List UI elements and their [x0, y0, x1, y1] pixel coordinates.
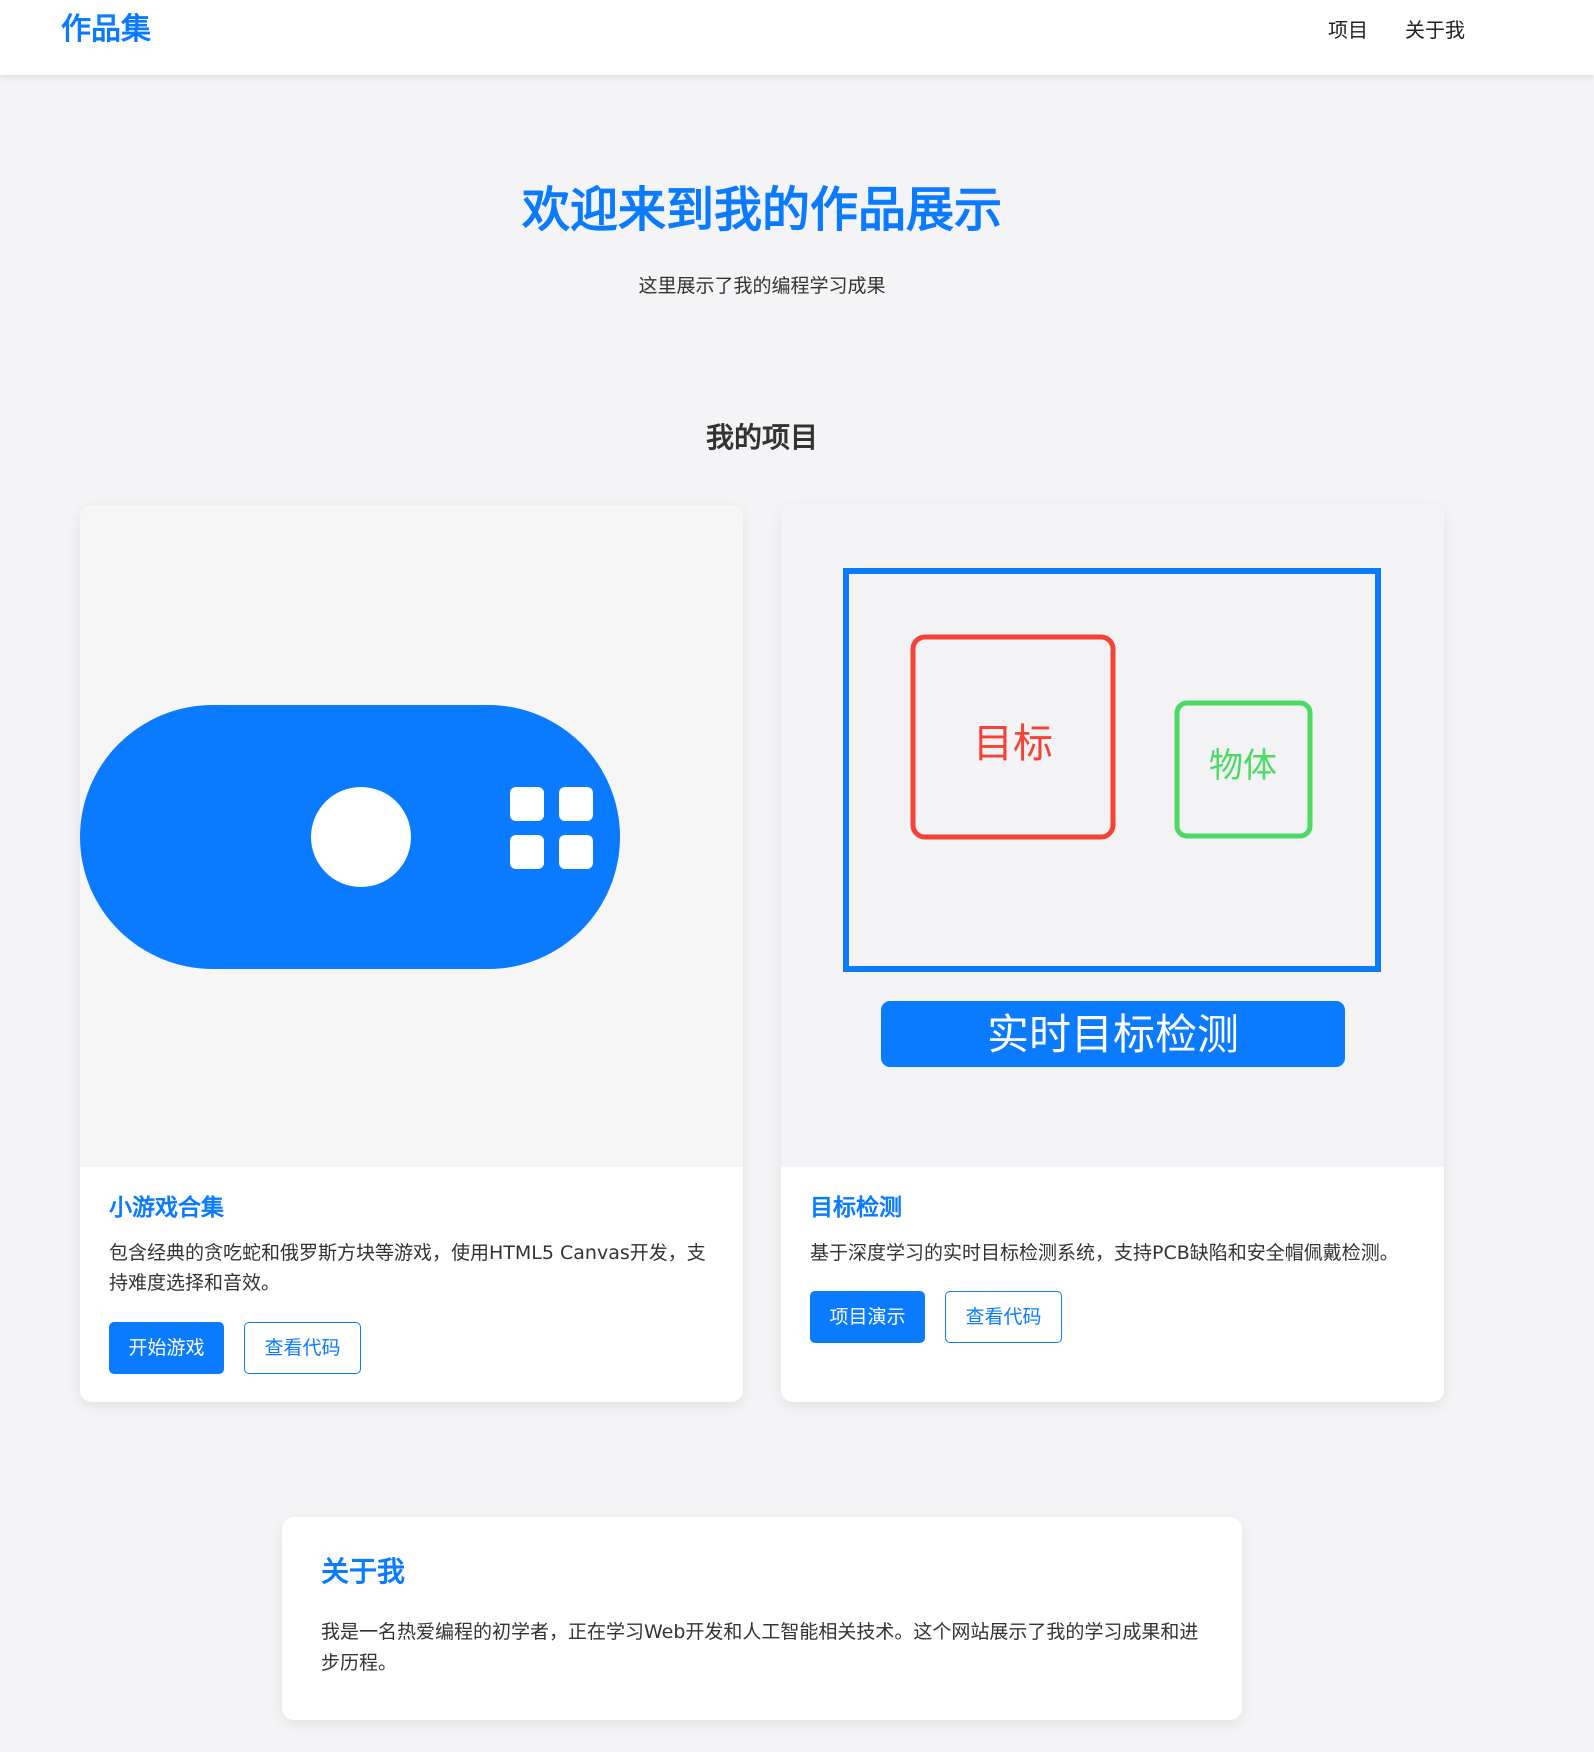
about-text: 我是一名热爱编程的初学者，正在学习Web开发和人工智能相关技术。这个网站展示了我… [321, 1621, 1199, 1674]
target-label: 目标 [973, 721, 1053, 767]
projects-section-title: 我的项目 [705, 421, 818, 454]
navbar: 作品集 项目 关于我 [0, 0, 1594, 75]
gamepad-icon [80, 705, 620, 969]
project-card-detection: 目标 物体 实时目标检测 目标检测 基于深度学习的实时目标检测系统，支持PCB缺… [781, 505, 1444, 1402]
view-code-button[interactable]: 查看代码 [945, 1291, 1062, 1343]
project-title: 目标检测 [810, 1195, 902, 1221]
nav-link-projects[interactable]: 项目 [1328, 17, 1368, 43]
brand-logo[interactable]: 作品集 [61, 10, 151, 50]
project-card-games: 小游戏合集 包含经典的贪吃蛇和俄罗斯方块等游戏，使用HTML5 Canvas开发… [80, 505, 743, 1402]
hero-subtitle: 这里展示了我的编程学习成果 [638, 275, 886, 297]
about-section: 关于我 我是一名热爱编程的初学者，正在学习Web开发和人工智能相关技术。这个网站… [282, 1517, 1242, 1720]
object-label: 物体 [1209, 746, 1277, 786]
project-image-detection: 目标 物体 实时目标检测 [781, 505, 1444, 1167]
project-title: 小游戏合集 [109, 1195, 224, 1221]
project-image-games [80, 505, 743, 1167]
hero-title: 欢迎来到我的作品展示 [521, 182, 1002, 238]
nav-link-about[interactable]: 关于我 [1405, 17, 1465, 43]
project-demo-button[interactable]: 项目演示 [810, 1291, 925, 1343]
about-title: 关于我 [321, 1555, 406, 1588]
project-description: 基于深度学习的实时目标检测系统，支持PCB缺陷和安全帽佩戴检测。 [810, 1242, 1399, 1264]
start-game-button[interactable]: 开始游戏 [109, 1322, 224, 1374]
view-code-button[interactable]: 查看代码 [244, 1322, 361, 1374]
banner-label: 实时目标检测 [987, 1010, 1239, 1059]
project-description: 包含经典的贪吃蛇和俄罗斯方块等游戏，使用HTML5 Canvas开发，支持难度选… [109, 1242, 706, 1294]
object-detection-illustration: 目标 物体 实时目标检测 [843, 568, 1381, 1067]
